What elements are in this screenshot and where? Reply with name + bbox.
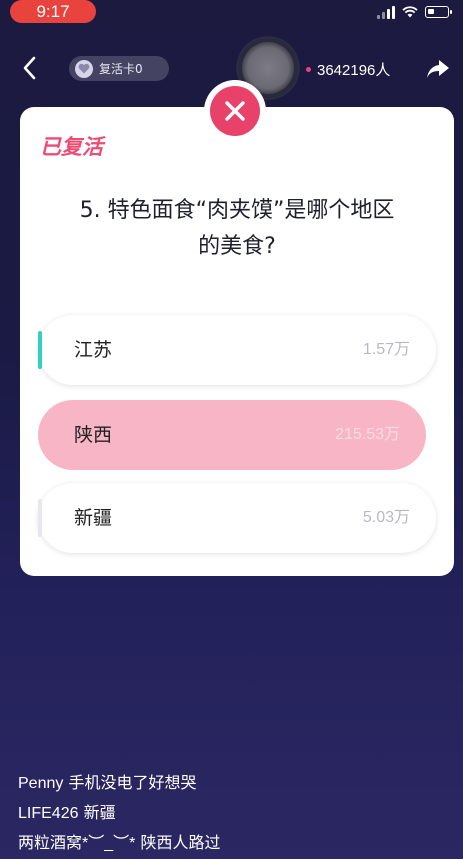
comment-user: Penny (18, 775, 64, 792)
comment-text: 新疆 (78, 803, 116, 822)
viewer-count-text: 3642196人 (317, 61, 391, 79)
close-button[interactable] (204, 80, 266, 142)
comment-item: 两粒酒窝*︶_︶* 陕西人路过 (18, 828, 458, 858)
option-indicator-bar (38, 499, 42, 537)
back-button[interactable] (18, 55, 42, 81)
share-button[interactable] (426, 58, 450, 80)
status-bar: 9:17 (0, 0, 463, 30)
comment-user: 两粒酒窝*︶_︶* (18, 835, 136, 852)
option-label: 新疆 (74, 507, 113, 529)
heart-icon (75, 59, 93, 78)
option-count: 215.53万 (335, 426, 400, 443)
option-indicator-bar (38, 331, 42, 369)
comment-text: 陕西人路过 (135, 833, 221, 852)
option-count: 5.03万 (362, 509, 410, 526)
close-icon (225, 101, 245, 121)
answer-option-2[interactable]: 陕西 215.53万 (38, 400, 426, 470)
revive-card-badge[interactable]: 复活卡0 (69, 56, 169, 81)
status-time: 9:17 (10, 0, 96, 23)
viewer-count: 3642196人 (306, 58, 390, 80)
revive-card-label: 复活卡0 (99, 62, 143, 76)
signal-icon (377, 5, 395, 19)
chevron-left-icon (23, 56, 36, 80)
comment-item: LIFE426 新疆 (18, 798, 458, 828)
answer-option-1[interactable]: 江苏 1.57万 (38, 315, 436, 385)
share-icon (427, 60, 449, 78)
option-label: 江苏 (74, 339, 113, 361)
live-dot-icon (306, 66, 311, 72)
question-text: 5. 特色面食“肉夹馍”是哪个地区 的美食? (40, 193, 434, 265)
option-label: 陕西 (74, 424, 113, 446)
question-line-1: 5. 特色面食“肉夹馍”是哪个地区 (79, 198, 395, 223)
comment-text: 手机没电了好想哭 (63, 773, 197, 792)
system-icons (377, 5, 452, 19)
battery-icon (425, 6, 452, 18)
option-count: 1.57万 (362, 341, 410, 358)
answer-option-3[interactable]: 新疆 5.03万 (38, 483, 436, 553)
comment-user: LIFE426 (18, 805, 79, 822)
revived-label: 已复活 (40, 135, 103, 159)
live-comments: Penny 手机没电了好想哭 LIFE426 新疆 两粒酒窝*︶_︶* 陕西人路… (18, 768, 458, 858)
comment-item: Penny 手机没电了好想哭 (18, 768, 458, 798)
wifi-icon (402, 6, 418, 18)
question-line-2: 的美食? (198, 234, 276, 259)
